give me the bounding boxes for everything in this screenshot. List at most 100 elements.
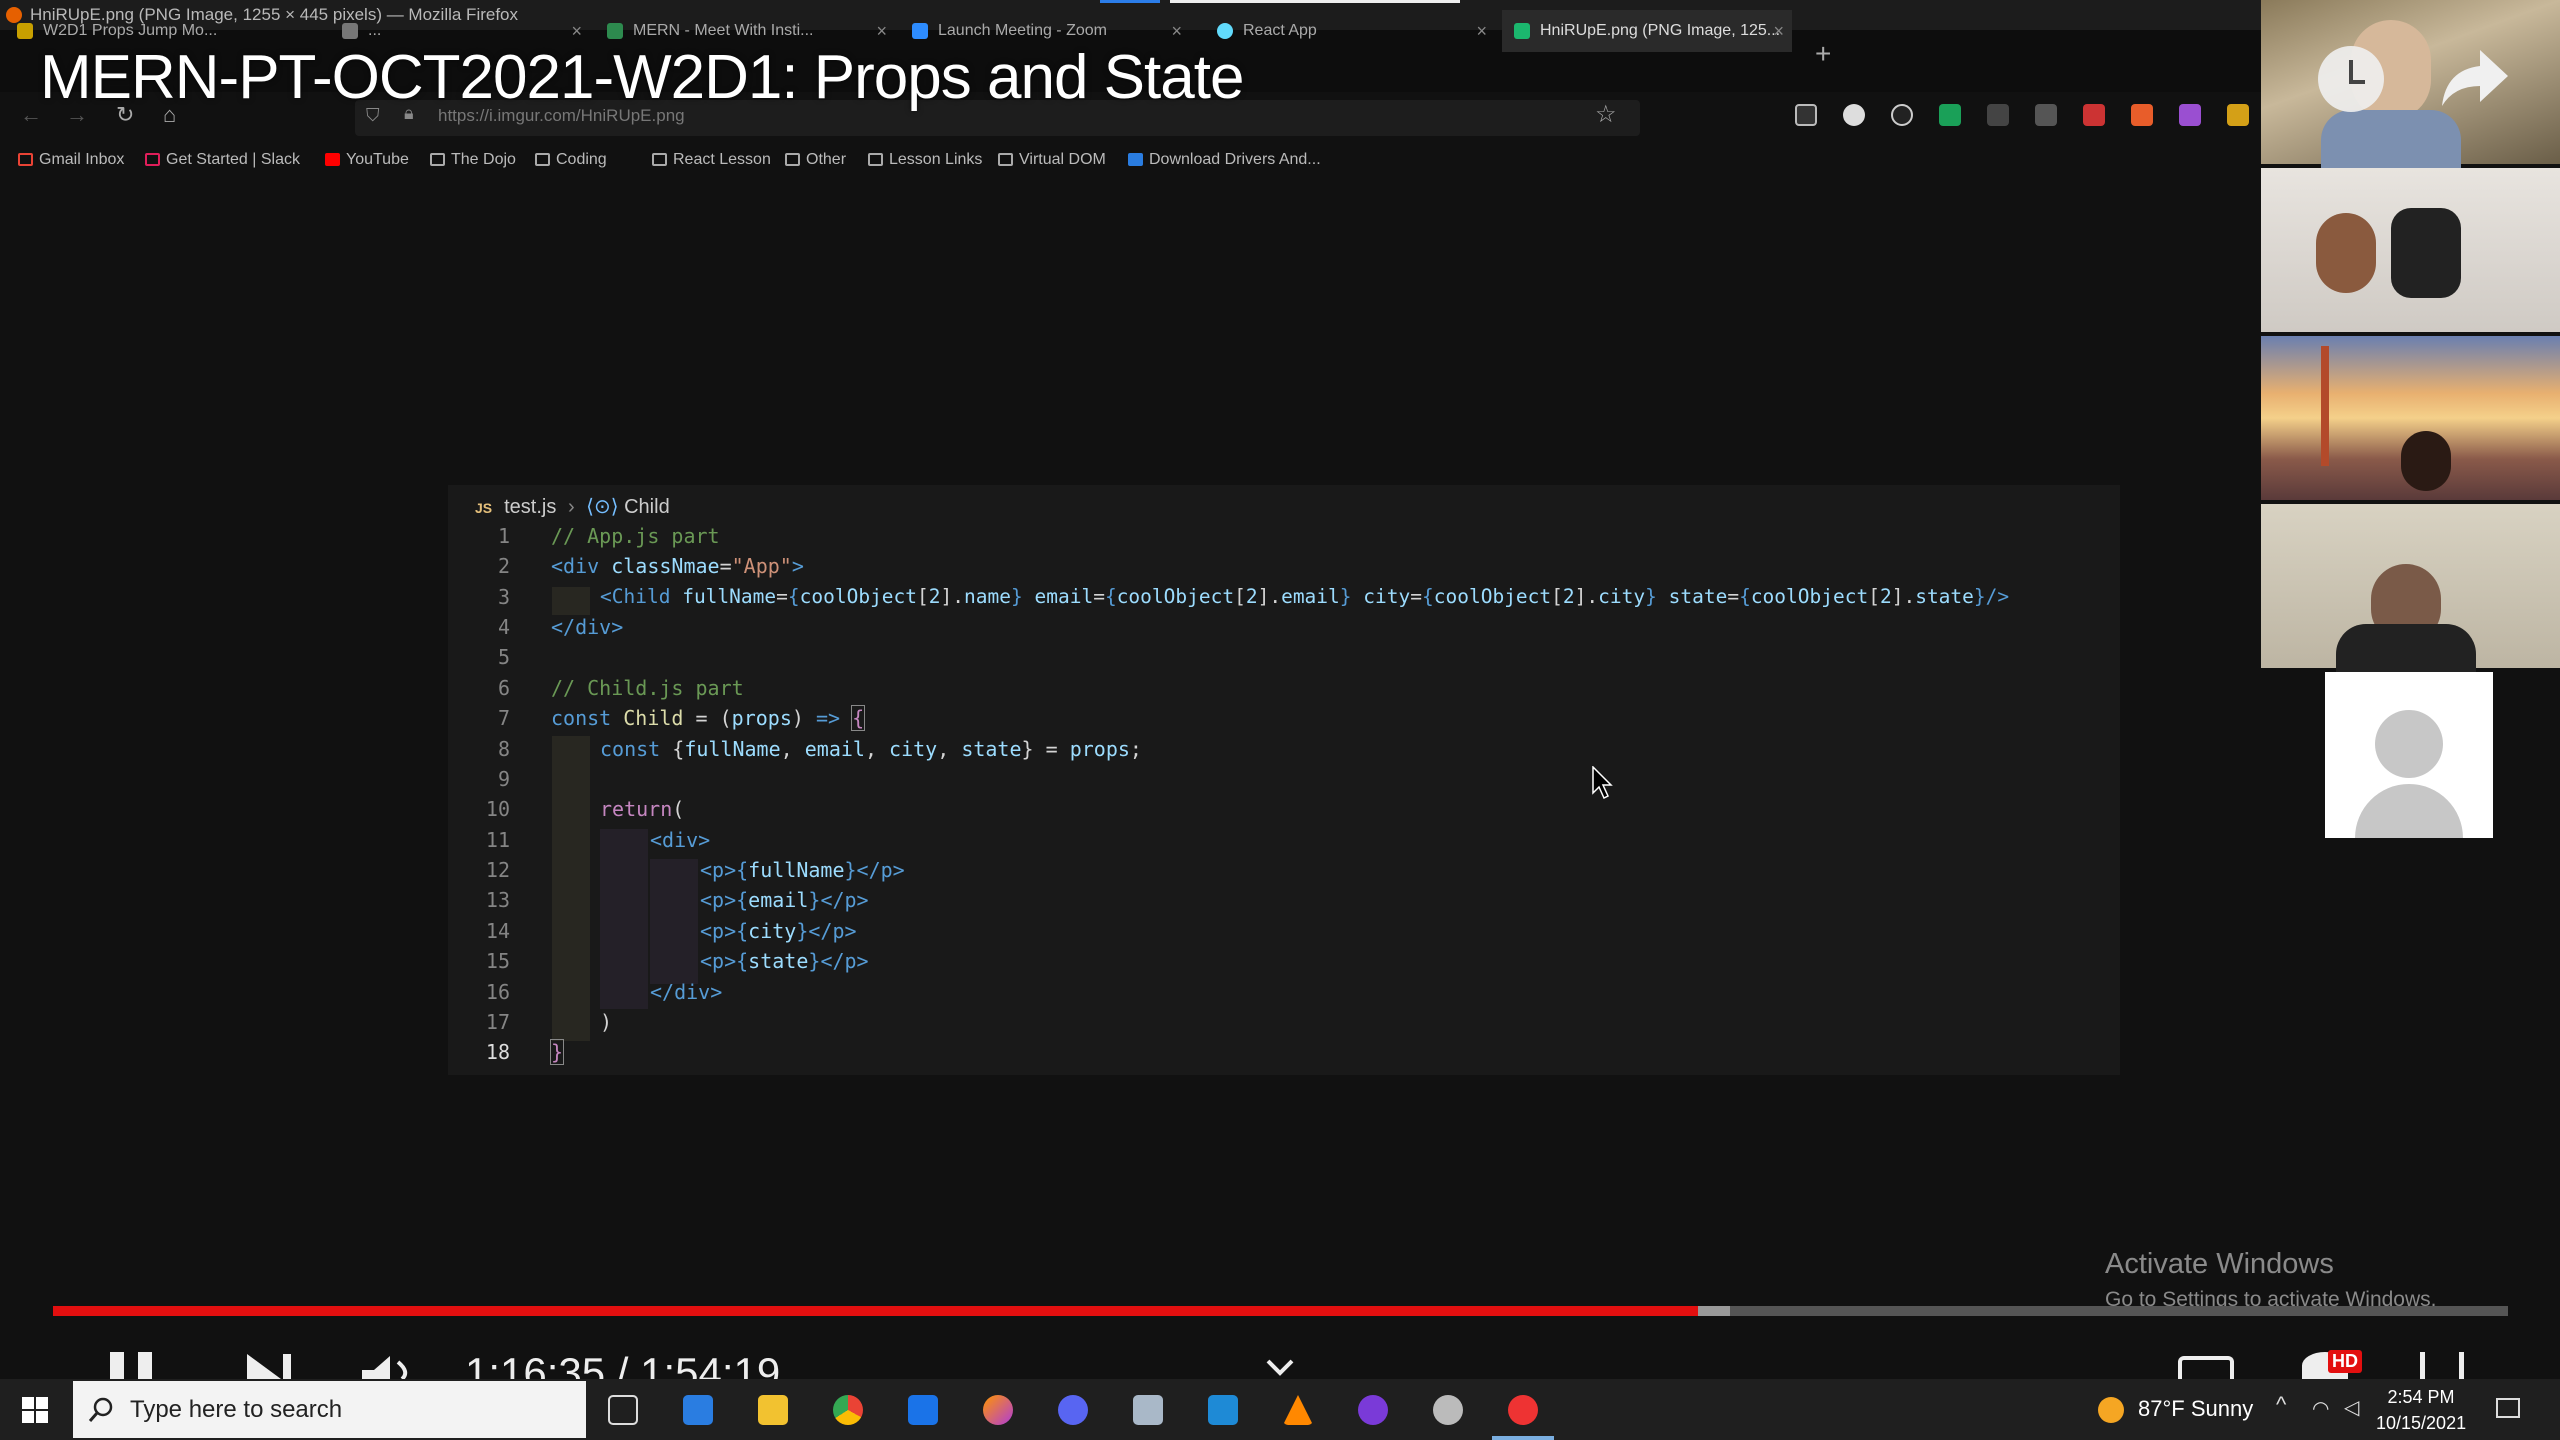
extension-icon[interactable]: [2131, 104, 2153, 126]
bookmark-lesson-links[interactable]: Lesson Links: [868, 151, 982, 169]
folder-icon: [430, 153, 445, 166]
code-line: </div>: [551, 615, 624, 639]
clock-date: 10/15/2021: [2376, 1413, 2467, 1433]
bookmark-slack[interactable]: Get Started | Slack: [145, 151, 300, 169]
bookmark-other[interactable]: Other: [785, 151, 846, 169]
share-icon[interactable]: [2440, 48, 2510, 108]
bookmark-download-drivers[interactable]: Download Drivers And...: [1128, 151, 1321, 169]
line-number: 9: [497, 767, 510, 791]
library-icon[interactable]: [2035, 104, 2057, 126]
weather-widget[interactable]: 87°F Sunny: [2138, 1396, 2253, 1422]
pen-icon[interactable]: [1987, 104, 2009, 126]
volume-icon[interactable]: ◁: [2344, 1395, 2359, 1420]
folder-icon: [652, 153, 667, 166]
menu-icon[interactable]: [2227, 104, 2249, 126]
search-icon: [88, 1397, 113, 1422]
bookmark-virtual-dom[interactable]: Virtual DOM: [998, 151, 1106, 169]
line-number: 4: [497, 615, 510, 639]
active-app-indicator: [1492, 1436, 1554, 1440]
code-line: </div>: [650, 980, 723, 1004]
gmail-icon: [18, 153, 33, 166]
loading-indicator-highlight: [1170, 0, 1460, 3]
amazon-icon[interactable]: [1891, 104, 1913, 126]
settings-icon[interactable]: [1433, 1395, 1463, 1425]
js-file-icon: JS: [475, 500, 493, 516]
code-line: <p>{email}</p>: [700, 888, 869, 912]
network-icon[interactable]: ◠: [2312, 1396, 2329, 1421]
wikipedia-icon[interactable]: [1843, 104, 1865, 126]
bridge-tower: [2321, 346, 2329, 466]
bookmark-star-icon[interactable]: ☆: [1595, 100, 1617, 129]
new-tab-button[interactable]: +: [1815, 38, 1831, 70]
video-progress-played: [53, 1306, 1698, 1316]
folder-icon: [535, 153, 550, 166]
bookmark-label: Gmail Inbox: [39, 151, 125, 168]
watch-later-button[interactable]: [2318, 46, 2384, 112]
app-icon[interactable]: [1508, 1395, 1538, 1425]
firefox-icon[interactable]: [983, 1395, 1013, 1425]
react-icon: [1217, 23, 1233, 39]
app-icon[interactable]: [1358, 1395, 1388, 1425]
indent-guide: [552, 587, 590, 615]
avatar-head-icon: [2375, 710, 2443, 778]
indent-guide: [552, 736, 590, 1041]
exit-fullscreen-icon[interactable]: [2420, 1352, 2464, 1379]
start-pane: [36, 1397, 48, 1409]
back-icon[interactable]: ←: [20, 102, 42, 128]
participant-video-4: [2261, 504, 2560, 674]
taskbar-clock[interactable]: 2:54 PM 10/15/2021: [2376, 1384, 2466, 1436]
windows-start-icon[interactable]: [22, 1397, 48, 1423]
task-view-icon[interactable]: [608, 1395, 638, 1425]
line-number: 10: [485, 797, 510, 821]
bookmark-gmail[interactable]: Gmail Inbox: [18, 151, 124, 169]
line-number: 11: [485, 828, 510, 852]
line-number: 16: [485, 980, 510, 1004]
close-icon[interactable]: ×: [1773, 10, 1784, 52]
slack-icon: [145, 153, 160, 166]
notification-icon[interactable]: [2496, 1398, 2520, 1418]
start-pane: [22, 1397, 34, 1409]
volume-icon[interactable]: [360, 1352, 420, 1379]
tab-label: React App: [1243, 22, 1317, 39]
extension-icon[interactable]: [2179, 104, 2201, 126]
vscode-icon[interactable]: [1208, 1395, 1238, 1425]
code-line: <p>{state}</p>: [700, 949, 869, 973]
tab-favicon: [1514, 23, 1530, 39]
bookmark-youtube[interactable]: YouTube: [325, 151, 409, 169]
mail-icon[interactable]: [908, 1395, 938, 1425]
extension-icon[interactable]: [2083, 104, 2105, 126]
video-title: MERN-PT-OCT2021-W2D1: Props and State: [40, 43, 1244, 112]
code-line: ): [600, 1010, 613, 1034]
app-icon[interactable]: [1133, 1395, 1163, 1425]
tab-favicon: [912, 23, 928, 39]
app-icon[interactable]: [683, 1395, 713, 1425]
tab-6-active[interactable]: HniRUpE.png (PNG Image, 125... ×: [1502, 10, 1792, 52]
tab-5[interactable]: React App ×: [1205, 10, 1495, 52]
participant-video-1: [2261, 0, 2560, 170]
next-icon[interactable]: [245, 1352, 295, 1379]
captions-icon[interactable]: [2178, 1356, 2234, 1379]
file-explorer-icon[interactable]: [758, 1395, 788, 1425]
line-number: 17: [485, 1010, 510, 1034]
start-pane: [22, 1411, 34, 1423]
chevron-down-icon[interactable]: [1265, 1358, 1295, 1379]
discord-icon[interactable]: [1058, 1395, 1088, 1425]
chrome-icon[interactable]: [833, 1395, 863, 1425]
taskbar-search-placeholder[interactable]: Type here to search: [130, 1396, 342, 1424]
bookmark-coding[interactable]: Coding: [535, 151, 607, 169]
line-number: 8: [497, 737, 510, 761]
bookmark-react-lesson[interactable]: React Lesson: [652, 151, 771, 169]
line-number-current: 18: [485, 1040, 510, 1064]
code-line: <p>{city}</p>: [700, 919, 857, 943]
breadcrumb: JS test.js › ⟨⊙⟩ Child: [475, 494, 670, 519]
download-icon: [1128, 153, 1143, 166]
chevron-up-icon[interactable]: ^: [2276, 1392, 2286, 1418]
participant-video-2: [2261, 168, 2560, 332]
chair: [2391, 208, 2461, 298]
bookmark-the-dojo[interactable]: The Dojo: [430, 151, 516, 169]
pocket-icon[interactable]: [1795, 104, 1817, 126]
extension-icon[interactable]: [1939, 104, 1961, 126]
pause-button[interactable]: [110, 1352, 154, 1379]
bookmark-label: Other: [806, 151, 847, 168]
close-icon[interactable]: ×: [1476, 10, 1487, 52]
